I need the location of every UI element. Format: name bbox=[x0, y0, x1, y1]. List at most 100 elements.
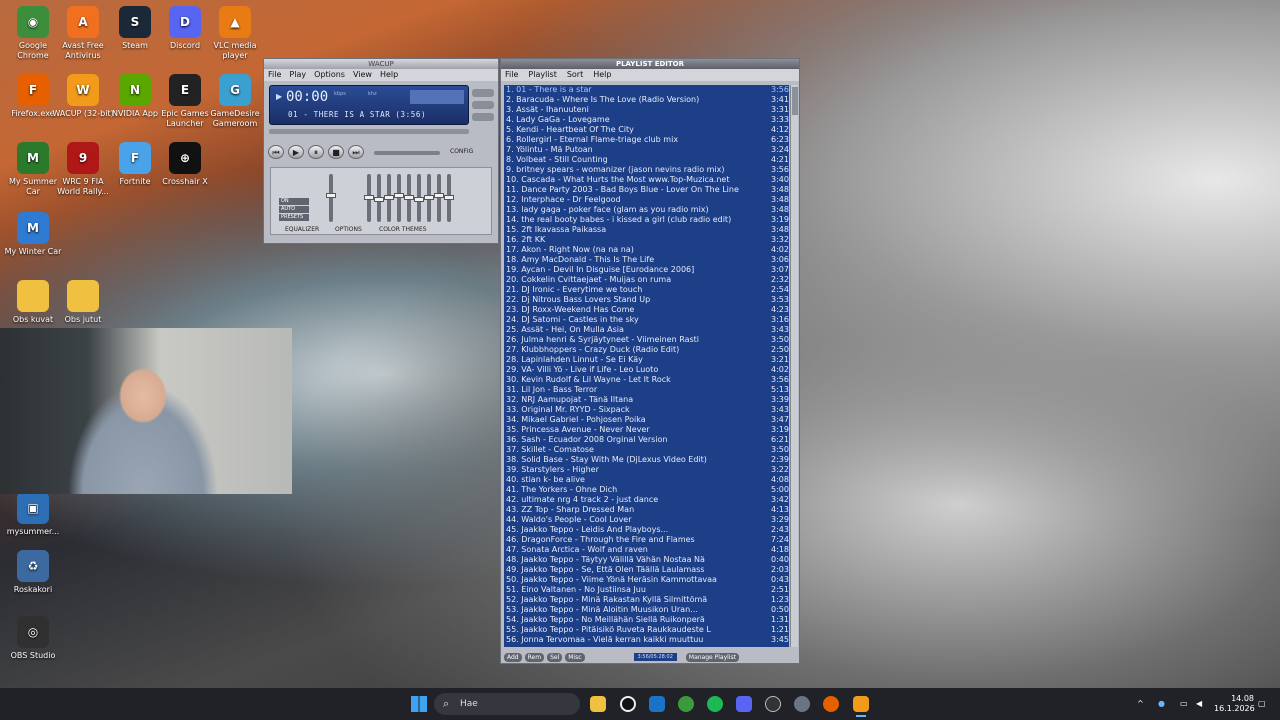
playlist-row[interactable]: 51. Eino Valtanen - No Justiinsa Juu 2:51 bbox=[504, 585, 789, 595]
start-icon[interactable] bbox=[411, 696, 427, 712]
player-menu-help[interactable]: Help bbox=[380, 69, 398, 81]
wacup-icon[interactable] bbox=[853, 696, 869, 712]
edge-icon[interactable] bbox=[649, 696, 665, 712]
eq-slider-3[interactable] bbox=[384, 174, 394, 222]
pl-menu-help[interactable]: Help bbox=[593, 69, 611, 81]
eq-slider-knob[interactable] bbox=[404, 195, 414, 200]
pl-menu-playlist[interactable]: Playlist bbox=[528, 69, 556, 81]
seek-bar[interactable] bbox=[269, 129, 469, 134]
playlist-row[interactable]: 19. Aycan - Devil In Disguise [Eurodance… bbox=[504, 265, 789, 275]
time-display[interactable]: 00:00 bbox=[286, 89, 328, 105]
eq-slider-9[interactable] bbox=[444, 174, 454, 222]
firefox-icon[interactable] bbox=[823, 696, 839, 712]
playlist-row[interactable]: 13. lady gaga - poker face (glam as you … bbox=[504, 205, 789, 215]
pause-icon[interactable]: ⏸ bbox=[308, 145, 324, 159]
eq-slider-knob[interactable] bbox=[326, 193, 336, 198]
desktop-icon-19[interactable]: ◎ OBS Studio bbox=[2, 616, 64, 661]
playlist-row[interactable]: 26. Julma henri & Syrjäytyneet - Viimein… bbox=[504, 335, 789, 345]
playlist-row[interactable]: 28. Lapinlahden Linnut - Se Ei Käy 3:21 bbox=[504, 355, 789, 365]
next-icon[interactable]: ⏭ bbox=[348, 145, 364, 159]
playlist-row[interactable]: 3. Assät - Ihanuuteni 3:31 bbox=[504, 105, 789, 115]
volume-icon[interactable]: ◀ bbox=[1196, 699, 1202, 709]
playlist-row[interactable]: 2. Baracuda - Where Is The Love (Radio V… bbox=[504, 95, 789, 105]
playlist-row[interactable]: 30. Kevin Rudolf & Lil Wayne - Let It Ro… bbox=[504, 375, 789, 385]
playlist-row[interactable]: 31. Lil Jon - Bass Terror 5:13 bbox=[504, 385, 789, 395]
eq-slider-1[interactable] bbox=[364, 174, 374, 222]
eq-presets-button[interactable]: PRESETS bbox=[279, 214, 309, 221]
playlist-row[interactable]: 43. ZZ Top - Sharp Dressed Man 4:13 bbox=[504, 505, 789, 515]
eq-toggle-button[interactable] bbox=[472, 89, 494, 97]
clock[interactable]: 14.08 16.1.2026 bbox=[1214, 694, 1255, 714]
chrome-icon[interactable] bbox=[678, 696, 694, 712]
playlist-row[interactable]: 29. VA- Villi Yö - Live if Life - Leo Lu… bbox=[504, 365, 789, 375]
playlist-row[interactable]: 5. Kendi - Heartbeat Of The City 4:12 bbox=[504, 125, 789, 135]
playlist-list[interactable]: 1. 01 - There is a star 3:56 2. Baracuda -… bbox=[504, 85, 789, 647]
eq-slider-knob[interactable] bbox=[374, 197, 384, 202]
desktop-icon-16[interactable]: Obs jutut bbox=[52, 280, 114, 325]
playlist-row[interactable]: 20. Cokkelin Cvittaejaet - Muijas on rum… bbox=[504, 275, 789, 285]
playlist-row[interactable]: 15. 2ft Ikavassa Paikassa 3:48 bbox=[504, 225, 789, 235]
play-icon[interactable]: ▶ bbox=[288, 145, 304, 159]
eq-slider-knob[interactable] bbox=[414, 197, 424, 202]
pl-rem-button[interactable]: Rem bbox=[524, 652, 545, 662]
spotify-icon[interactable] bbox=[707, 696, 723, 712]
tab-color-themes[interactable]: COLOR THEMES bbox=[379, 225, 427, 234]
player-menu-options[interactable]: Options bbox=[314, 69, 345, 81]
playlist-row[interactable]: 14. the real booty babes - i kissed a gi… bbox=[504, 215, 789, 225]
manage-playlist-button[interactable]: Manage Playlist bbox=[685, 652, 739, 662]
player-menu-view[interactable]: View bbox=[353, 69, 372, 81]
player-window[interactable]: WACUP File Play Options View Help ▶ 00:0… bbox=[263, 58, 499, 244]
file-explorer-icon[interactable] bbox=[590, 696, 606, 712]
playlist-row[interactable]: 45. Jaakko Teppo - Leidis And Playboys..… bbox=[504, 525, 789, 535]
network-icon[interactable]: ▭ bbox=[1180, 699, 1188, 709]
playlist-row[interactable]: 38. Solid Base - Stay With Me (DjLexus V… bbox=[504, 455, 789, 465]
eq-slider-knob[interactable] bbox=[394, 193, 404, 198]
desktop-icon-13[interactable]: ⊕ Crosshair X bbox=[154, 142, 216, 187]
playlist-row[interactable]: 50. Jaakko Teppo - Viime Yönä Heräsin Ka… bbox=[504, 575, 789, 585]
playlist-row[interactable]: 40. stian k- be alive 4:08 bbox=[504, 475, 789, 485]
prev-icon[interactable]: ⏮ bbox=[268, 145, 284, 159]
playlist-row[interactable]: 18. Amy MacDonald - This Is The Life 3:06 bbox=[504, 255, 789, 265]
volume-slider[interactable] bbox=[374, 151, 440, 155]
desktop-icon-17[interactable]: ▣ mysummer... bbox=[2, 492, 64, 537]
playlist-row[interactable]: 53. Jaakko Teppo - Minä Aloitin Muusikon… bbox=[504, 605, 789, 615]
playlist-row[interactable]: 41. The Yorkers - Ohne Dich 5:00 bbox=[504, 485, 789, 495]
config-label[interactable]: CONFIG bbox=[450, 148, 473, 155]
playlist-row[interactable]: 6. Rollergirl - Eternal Flame-triage clu… bbox=[504, 135, 789, 145]
playlist-row[interactable]: 42. ultimate nrg 4 track 2 - just dance 3… bbox=[504, 495, 789, 505]
player-menu-play[interactable]: Play bbox=[289, 69, 306, 81]
playlist-row[interactable]: 34. Mikael Gabriel - Pohjosen Poika 3:47 bbox=[504, 415, 789, 425]
pl-menu-sort[interactable]: Sort bbox=[567, 69, 583, 81]
playlist-row[interactable]: 39. Starstylers - Higher 3:22 bbox=[504, 465, 789, 475]
search-box[interactable]: Hae bbox=[434, 693, 580, 715]
eq-slider-knob[interactable] bbox=[384, 195, 394, 200]
playlist-row[interactable]: 25. Assät - Hei, On Mulla Asia 3:43 bbox=[504, 325, 789, 335]
playlist-row[interactable]: 1. 01 - There is a star 3:56 bbox=[504, 85, 789, 95]
microphone-icon[interactable]: ● bbox=[1158, 699, 1165, 709]
playlist-row[interactable]: 27. Klubbhoppers - Crazy Duck (Radio Edi… bbox=[504, 345, 789, 355]
playlist-row[interactable]: 49. Jaakko Teppo - Se, Että Olen Täällä … bbox=[504, 565, 789, 575]
playlist-row[interactable]: 9. britney spears - womanizer (jason nev… bbox=[504, 165, 789, 175]
pl-toggle-button[interactable] bbox=[472, 101, 494, 109]
playlist-row[interactable]: 47. Sonata Arctica - Wolf and raven 4:18 bbox=[504, 545, 789, 555]
playlist-row[interactable]: 48. Jaakko Teppo - Täytyy Välillä Vähän … bbox=[504, 555, 789, 565]
eq-on-button[interactable]: ON bbox=[279, 198, 309, 205]
playlist-row[interactable]: 35. Princessa Avenue - Never Never 3:19 bbox=[504, 425, 789, 435]
eq-slider-2[interactable] bbox=[374, 174, 384, 222]
desktop-icon-4[interactable]: ▲ VLC media player bbox=[204, 6, 266, 61]
chevron-up-icon[interactable]: ^ bbox=[1137, 699, 1144, 709]
pl-sel-button[interactable]: Sel bbox=[547, 652, 563, 662]
eq-auto-button[interactable]: AUTO bbox=[279, 206, 309, 213]
playlist-row[interactable]: 44. Waldo's People - Cool Lover 3:29 bbox=[504, 515, 789, 525]
playlist-row[interactable]: 22. Dj Nitrous Bass Lovers Stand Up 3:53 bbox=[504, 295, 789, 305]
eq-slider-knob[interactable] bbox=[424, 195, 434, 200]
lib-toggle-button[interactable] bbox=[472, 113, 494, 121]
playlist-row[interactable]: 7. Yölintu - Mä Putoan 3:24 bbox=[504, 145, 789, 155]
playlist-row[interactable]: 8. Volbeat - Still Counting 4:21 bbox=[504, 155, 789, 165]
desktop-icon-14[interactable]: M My Winter Car bbox=[2, 212, 64, 257]
playlist-row[interactable]: 32. NRJ Aamupojat - Tänä Iltana 3:39 bbox=[504, 395, 789, 405]
eq-slider-8[interactable] bbox=[434, 174, 444, 222]
playlist-row[interactable]: 52. Jaakko Teppo - Minä Rakastan Kyllä S… bbox=[504, 595, 789, 605]
playlist-row[interactable]: 10. Cascada - What Hurts the Most www.To… bbox=[504, 175, 789, 185]
eq-slider-knob[interactable] bbox=[434, 193, 444, 198]
